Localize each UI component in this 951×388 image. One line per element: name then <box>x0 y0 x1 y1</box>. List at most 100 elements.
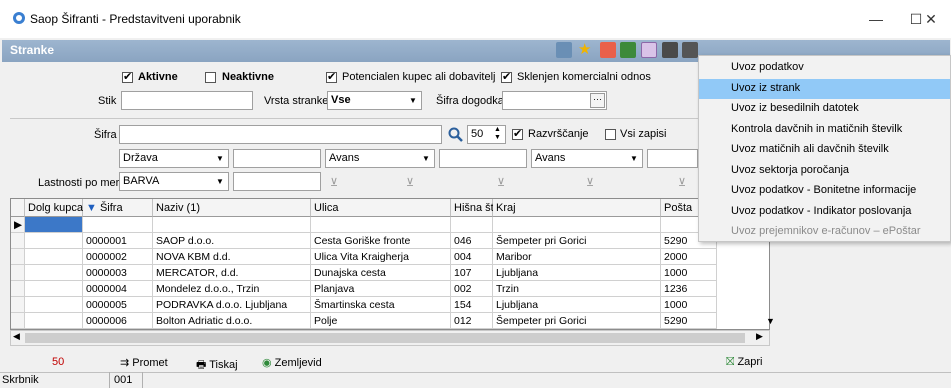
scroll-down-icon[interactable]: ▼ <box>766 316 775 326</box>
print-icon[interactable] <box>662 42 678 58</box>
scroll-thumb[interactable] <box>25 333 745 343</box>
scroll-left-icon[interactable]: ◀ <box>13 331 20 342</box>
table-cell[interactable] <box>451 217 493 233</box>
table-cell[interactable]: Maribor <box>493 249 661 265</box>
chevron-down-icon[interactable]: ▼ <box>213 174 227 189</box>
table-cell[interactable]: 1000 <box>661 297 717 313</box>
drzava-select[interactable]: Država ▼ <box>119 149 229 168</box>
table-cell[interactable] <box>25 313 83 329</box>
search-icon[interactable] <box>448 127 463 142</box>
row-indicator[interactable]: ▶ <box>11 217 25 233</box>
row-indicator[interactable] <box>11 233 25 249</box>
column-header[interactable]: Hišna št. <box>451 199 497 217</box>
zemljevid-button[interactable]: ◉ Zemljevid <box>262 356 322 369</box>
table-cell[interactable]: Dunajska cesta <box>311 265 451 281</box>
table-cell[interactable]: 0000006 <box>83 313 153 329</box>
row-indicator[interactable] <box>11 249 25 265</box>
menu-item[interactable]: Uvoz podatkov - Bonitetne informacije <box>699 181 950 201</box>
table-cell[interactable]: 0000005 <box>83 297 153 313</box>
table-cell[interactable]: 004 <box>451 249 493 265</box>
sklenjen-checkbox[interactable] <box>501 70 512 83</box>
menu-item[interactable]: Uvoz podatkov <box>699 58 950 78</box>
menu-item[interactable]: Uvoz matičnih ali davčnih številk <box>699 140 950 160</box>
table-cell[interactable]: 0000002 <box>83 249 153 265</box>
row-indicator[interactable] <box>11 265 25 281</box>
copy-icon[interactable] <box>682 42 698 58</box>
column-header[interactable]: Ulica <box>311 199 451 217</box>
neaktivne-checkbox[interactable] <box>205 72 216 83</box>
export-icon[interactable] <box>620 42 636 58</box>
drzava-value-input[interactable] <box>233 149 321 168</box>
filter-icon[interactable]: ⊻ <box>330 176 344 190</box>
table-cell[interactable]: 0000001 <box>83 233 153 249</box>
table-cell[interactable] <box>25 217 83 233</box>
table-cell[interactable] <box>25 281 83 297</box>
table-cell[interactable] <box>83 217 153 233</box>
horizontal-scrollbar[interactable]: ◀ ▶ <box>10 330 770 346</box>
column-header[interactable]: ▼ Šifra <box>83 199 153 217</box>
table-cell[interactable]: 154 <box>451 297 493 313</box>
tree-icon[interactable] <box>556 42 572 58</box>
chevron-down-icon[interactable]: ▼ <box>627 151 641 166</box>
table-cell[interactable]: 002 <box>451 281 493 297</box>
table-cell[interactable] <box>25 297 83 313</box>
star-icon[interactable]: ★ <box>578 42 594 58</box>
razvrscanje-checkbox[interactable] <box>512 127 523 140</box>
lastnosti-select[interactable]: BARVA ▼ <box>119 172 229 191</box>
table-cell[interactable]: 1000 <box>661 265 717 281</box>
stik-input[interactable] <box>121 91 253 110</box>
vsi-zapisi-checkbox[interactable] <box>605 129 616 140</box>
table-cell[interactable]: PODRAVKA d.o.o. Ljubljana <box>153 297 311 313</box>
chart-icon[interactable] <box>641 42 657 58</box>
avans-value-input-1[interactable] <box>439 149 527 168</box>
menu-item[interactable]: Kontrola davčnih in matičnih številk <box>699 120 950 140</box>
menu-item[interactable]: Uvoz sektorja poročanja <box>699 161 950 181</box>
column-header[interactable]: Dolg kupca <box>25 199 83 217</box>
table-cell[interactable]: 012 <box>451 313 493 329</box>
scroll-right-icon[interactable]: ▶ <box>756 331 763 342</box>
table-cell[interactable]: Mondelez d.o.o., Trzin <box>153 281 311 297</box>
chevron-down-icon[interactable]: ▼ <box>406 93 420 108</box>
table-cell[interactable] <box>25 249 83 265</box>
filter-icon[interactable]: ⊻ <box>497 176 511 190</box>
table-cell[interactable]: 2000 <box>661 249 717 265</box>
vrsta-stranke-select[interactable]: Vse ▼ <box>327 91 422 110</box>
column-header[interactable]: Kraj <box>493 199 661 217</box>
menu-item[interactable]: Uvoz iz besedilnih datotek <box>699 99 950 119</box>
filter-icon[interactable]: ⊻ <box>678 176 692 190</box>
table-cell[interactable]: 0000004 <box>83 281 153 297</box>
table-cell[interactable]: 5290 <box>661 313 717 329</box>
table-cell[interactable] <box>153 217 311 233</box>
avans-value-input-2[interactable] <box>647 149 698 168</box>
zapri-button[interactable]: ⛝ Zapri <box>726 356 763 369</box>
table-cell[interactable]: MERCATOR, d.d. <box>153 265 311 281</box>
customers-grid[interactable]: Dolg kupca ▼ Šifra Naziv (1) Ulica Hišna št.… <box>10 198 770 330</box>
table-cell[interactable]: 1236 <box>661 281 717 297</box>
document-icon[interactable] <box>600 42 616 58</box>
aktivne-checkbox[interactable] <box>122 70 133 83</box>
table-cell[interactable]: Šempeter pri Gorici <box>493 313 661 329</box>
table-cell[interactable]: 046 <box>451 233 493 249</box>
table-cell[interactable]: Trzin <box>493 281 661 297</box>
close-button[interactable]: ✕ <box>911 8 951 30</box>
menu-item[interactable]: Uvoz podatkov - Indikator poslovanja <box>699 202 950 222</box>
column-header[interactable]: Naziv (1) <box>153 199 311 217</box>
table-cell[interactable]: 107 <box>451 265 493 281</box>
avans-select-2[interactable]: Avans ▼ <box>531 149 643 168</box>
table-cell[interactable] <box>25 265 83 281</box>
table-cell[interactable]: Ljubljana <box>493 297 661 313</box>
lastnosti-value-input[interactable] <box>233 172 321 191</box>
potencialen-checkbox[interactable] <box>326 70 337 83</box>
table-cell[interactable]: Ulica Vita Kraigherja <box>311 249 451 265</box>
table-cell[interactable] <box>25 233 83 249</box>
table-cell[interactable]: Cesta Goriške fronte <box>311 233 451 249</box>
minimize-button[interactable]: — <box>856 8 896 30</box>
table-cell[interactable] <box>493 217 661 233</box>
chevron-down-icon[interactable]: ▼ <box>419 151 433 166</box>
row-indicator[interactable] <box>11 281 25 297</box>
table-cell[interactable] <box>311 217 451 233</box>
promet-button[interactable]: ⇉ Promet <box>120 356 168 369</box>
row-indicator[interactable] <box>11 297 25 313</box>
table-cell[interactable]: SAOP d.o.o. <box>153 233 311 249</box>
table-cell[interactable]: Bolton Adriatic d.o.o. <box>153 313 311 329</box>
